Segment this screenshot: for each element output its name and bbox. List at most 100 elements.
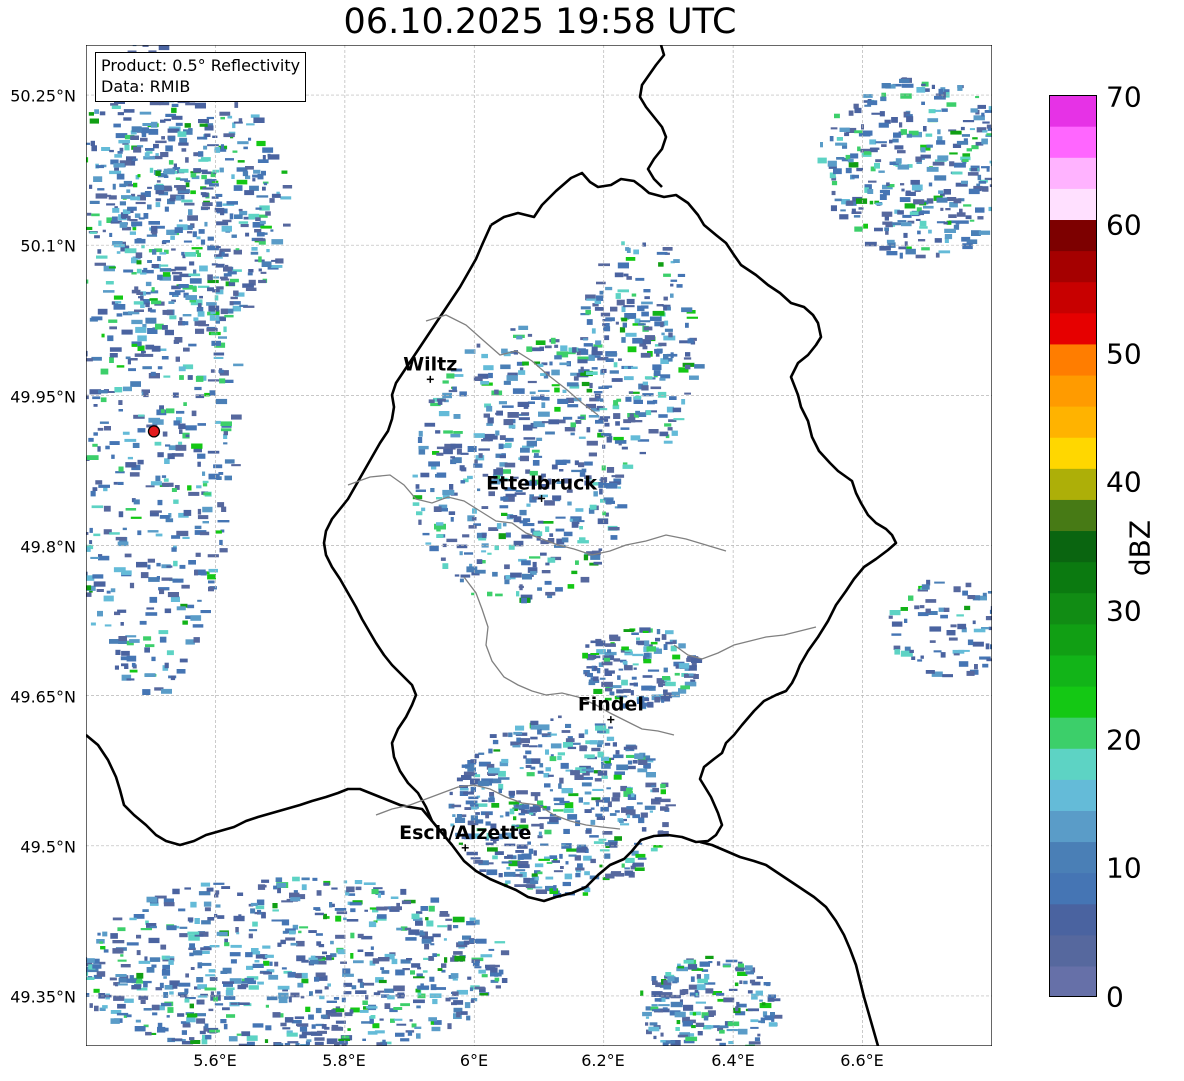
echo-cell [675, 1027, 680, 1031]
echo-cell [527, 333, 533, 337]
echo-cell [836, 157, 845, 160]
echo-cell [129, 157, 133, 160]
echo-cell [987, 128, 992, 131]
echo-cell [237, 160, 245, 163]
echo-cell [881, 83, 891, 89]
echo-cell [271, 239, 284, 245]
echo-cell [647, 669, 660, 672]
echo-cell [621, 317, 628, 322]
echo-cell [464, 807, 472, 810]
echo-cell [178, 982, 191, 987]
echo-cell [301, 884, 307, 891]
echo-cell [374, 1030, 385, 1034]
echo-cell [111, 454, 115, 459]
echo-cell [149, 957, 161, 962]
echo-cell [533, 531, 543, 537]
echo-cell [555, 528, 565, 532]
echo-cell [662, 676, 671, 680]
echo-cell [857, 146, 861, 152]
echo-cell [652, 364, 662, 371]
echo-cell [117, 959, 127, 962]
echo-cell [695, 1022, 705, 1027]
echo-cell [252, 963, 264, 968]
echo-cell [496, 523, 502, 529]
echo-cell [829, 136, 834, 142]
echo-cell [453, 1000, 464, 1005]
echo-cell [197, 303, 202, 308]
echo-cell [739, 980, 743, 984]
echo-cell [95, 193, 108, 199]
echo-cell [171, 103, 179, 107]
echo-cell [195, 328, 205, 334]
echo-cell [162, 482, 174, 487]
echo-cell [135, 326, 147, 333]
echo-cell [925, 599, 937, 603]
echo-cell [121, 215, 127, 219]
echo-cell [116, 365, 125, 368]
echo-cell [621, 241, 625, 246]
echo-cell [373, 887, 383, 890]
echo-cell [474, 569, 486, 574]
echo-cell [242, 171, 249, 177]
echo-cell [100, 368, 109, 375]
echo-cell [520, 447, 530, 453]
echo-cell [689, 375, 699, 380]
echo-cell [551, 369, 560, 376]
echo-cell [437, 925, 448, 928]
lat-tick-label: 49.8°N [20, 537, 76, 557]
colorbar-tick-label: 70 [1106, 80, 1142, 114]
echo-cell [326, 1000, 337, 1003]
echo-cell [488, 767, 500, 774]
echo-cell [863, 151, 872, 155]
echo-cell [208, 305, 220, 312]
echo-cell [696, 984, 706, 991]
echo-cell [222, 219, 232, 223]
colorbar-segment [1050, 592, 1096, 625]
echo-cell [610, 306, 618, 312]
echo-cell [519, 509, 527, 516]
echo-cell [333, 997, 340, 1000]
echo-cell [919, 226, 928, 229]
echo-cell [118, 139, 130, 144]
echo-cell [957, 85, 963, 91]
echo-cell [621, 679, 628, 686]
echo-cell [545, 591, 556, 596]
echo-cell [390, 896, 399, 899]
echo-cell [871, 112, 883, 115]
echo-cell [498, 401, 507, 405]
echo-cell [914, 605, 920, 610]
echo-cell [516, 335, 523, 340]
echo-cell [113, 995, 125, 1001]
colorbar-tick-label: 60 [1106, 208, 1142, 242]
echo-cell [373, 992, 381, 996]
echo-cell [513, 516, 522, 523]
echo-cell [145, 281, 152, 287]
echo-cell [869, 139, 877, 145]
echo-cell [658, 262, 664, 267]
echo-cell [627, 346, 637, 353]
echo-cell [589, 382, 593, 389]
echo-cell [953, 653, 960, 656]
echo-cell [351, 985, 357, 990]
echo-cell [526, 772, 535, 777]
echo-cell [582, 652, 588, 659]
echo-cell [496, 410, 503, 416]
echo-cell [184, 252, 197, 257]
echo-cell [185, 434, 190, 438]
echo-cell [429, 545, 439, 552]
echo-cell [299, 1026, 308, 1032]
echo-cell [562, 459, 571, 464]
echo-cell [160, 1002, 172, 1007]
echo-cell [878, 170, 885, 173]
echo-cell [271, 193, 281, 198]
echo-cell [456, 544, 468, 549]
echo-cell [643, 289, 651, 293]
echo-cell [975, 207, 985, 213]
echo-cell [580, 576, 590, 583]
lon-tick-label: 6.4°E [711, 1051, 755, 1070]
echo-cell [705, 988, 714, 994]
echo-cell [664, 320, 669, 326]
echo-cell [135, 980, 143, 984]
echo-cell [117, 1003, 126, 1009]
echo-cell [703, 1015, 709, 1021]
